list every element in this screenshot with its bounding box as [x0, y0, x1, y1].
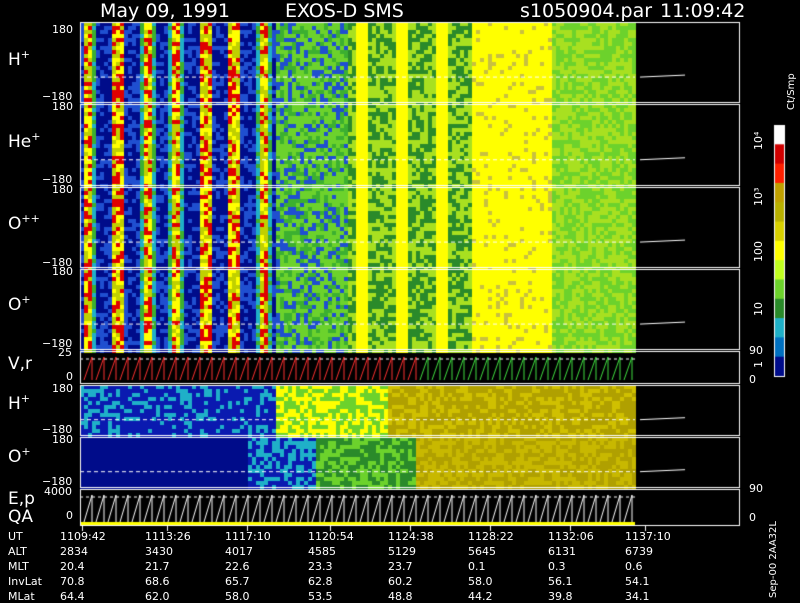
right-tick-p8-top: 90 [749, 482, 763, 495]
footer-cell: 1124:38 [388, 530, 434, 543]
panel-label-o-plus-1: O+ [8, 293, 31, 315]
title-file: s1050904.par [520, 0, 653, 22]
right-tick-p5-bottom: 0 [749, 373, 756, 386]
tick-p5-bottom: 0 [66, 370, 73, 383]
footer-row-label: ALT [8, 545, 27, 558]
tick-p7-top: 180 [52, 433, 73, 446]
footer-cell: 5129 [388, 545, 416, 558]
right-tick-p5-top: 90 [749, 344, 763, 357]
footer-cell: 54.1 [625, 575, 650, 588]
footer-cell: 53.5 [308, 590, 333, 603]
footer-cell: 23.3 [308, 560, 333, 573]
footer-row-label: InvLat [8, 575, 42, 588]
tick-p2-top: 180 [52, 100, 73, 113]
footer-cell: 48.8 [388, 590, 413, 603]
footer-cell: 1132:06 [548, 530, 594, 543]
footer-row-label: MLT [8, 560, 29, 573]
footer-cell: 22.6 [225, 560, 250, 573]
footer-cell: 1117:10 [225, 530, 271, 543]
footer-cell: 70.8 [60, 575, 85, 588]
footer-cell: 1128:22 [468, 530, 514, 543]
title-mission: EXOS-D SMS [285, 0, 404, 22]
footer-cell: 6739 [625, 545, 653, 558]
panel-label-o-plusplus: O++ [8, 212, 40, 234]
tick-p1-top: 180 [52, 23, 73, 36]
processing-stamp: Sep-00 2AA32L [768, 521, 779, 598]
colorbar-tick-1e4: 10⁴ [752, 131, 765, 150]
panel-label-ep: E,p [8, 489, 35, 509]
footer-cell: 4585 [308, 545, 336, 558]
panel-label-vr: V,r [8, 354, 33, 374]
tick-p8-top: 4000 [44, 485, 72, 498]
footer-cell: 39.8 [548, 590, 573, 603]
footer-cell: 6131 [548, 545, 576, 558]
footer-cell: 34.1 [625, 590, 650, 603]
tick-p3-top: 180 [52, 183, 73, 196]
footer-cell: 0.6 [625, 560, 643, 573]
footer-cell: 5645 [468, 545, 496, 558]
footer-cell: 44.2 [468, 590, 493, 603]
colorbar-tick-1e3: 10³ [752, 187, 765, 206]
colorbar-tick-100: 100 [752, 241, 765, 262]
title-time: 11:09:42 [660, 0, 746, 22]
colorbar-tick-1: 1 [752, 361, 765, 368]
footer-cell: 1109:42 [60, 530, 106, 543]
footer-cell: 65.7 [225, 575, 250, 588]
footer-cell: 1120:54 [308, 530, 354, 543]
footer-cell: 23.7 [388, 560, 413, 573]
footer-cell: 58.0 [468, 575, 493, 588]
spectrogram-canvas [0, 0, 800, 600]
footer-cell: 64.4 [60, 590, 85, 603]
colorbar-unit-label: Ct/Smp [786, 73, 797, 110]
footer-cell: 0.1 [468, 560, 486, 573]
footer-row-label: MLat [8, 590, 35, 603]
footer-cell: 2834 [60, 545, 88, 558]
footer-cell: 3430 [145, 545, 173, 558]
footer-cell: 60.2 [388, 575, 413, 588]
footer-cell: 62.0 [145, 590, 170, 603]
footer-cell: 1137:10 [625, 530, 671, 543]
panel-label-he-plus: He+ [8, 130, 41, 152]
tick-p8-bottom: 0 [66, 509, 73, 522]
footer-cell: 1113:26 [145, 530, 191, 543]
title-date: May 09, 1991 [100, 0, 230, 22]
footer-row-label: UT [8, 530, 23, 543]
panel-label-h-plus-1: H+ [8, 48, 31, 70]
tick-p6-top: 180 [52, 382, 73, 395]
colorbar-tick-10: 10 [752, 302, 765, 316]
footer-cell: 4017 [225, 545, 253, 558]
tick-p4-top: 180 [52, 265, 73, 278]
footer-cell: 68.6 [145, 575, 170, 588]
footer-cell: 58.0 [225, 590, 250, 603]
footer-cell: 56.1 [548, 575, 573, 588]
tick-p5-top: 25 [58, 346, 72, 359]
panel-label-o-plus-2: O+ [8, 445, 31, 467]
panel-label-qa: QA [8, 507, 34, 527]
footer-cell: 21.7 [145, 560, 170, 573]
panel-label-h-plus-2: H+ [8, 392, 31, 414]
right-tick-p8-bottom: 0 [749, 511, 756, 524]
footer-cell: 0.3 [548, 560, 566, 573]
footer-cell: 62.8 [308, 575, 333, 588]
footer-cell: 20.4 [60, 560, 85, 573]
